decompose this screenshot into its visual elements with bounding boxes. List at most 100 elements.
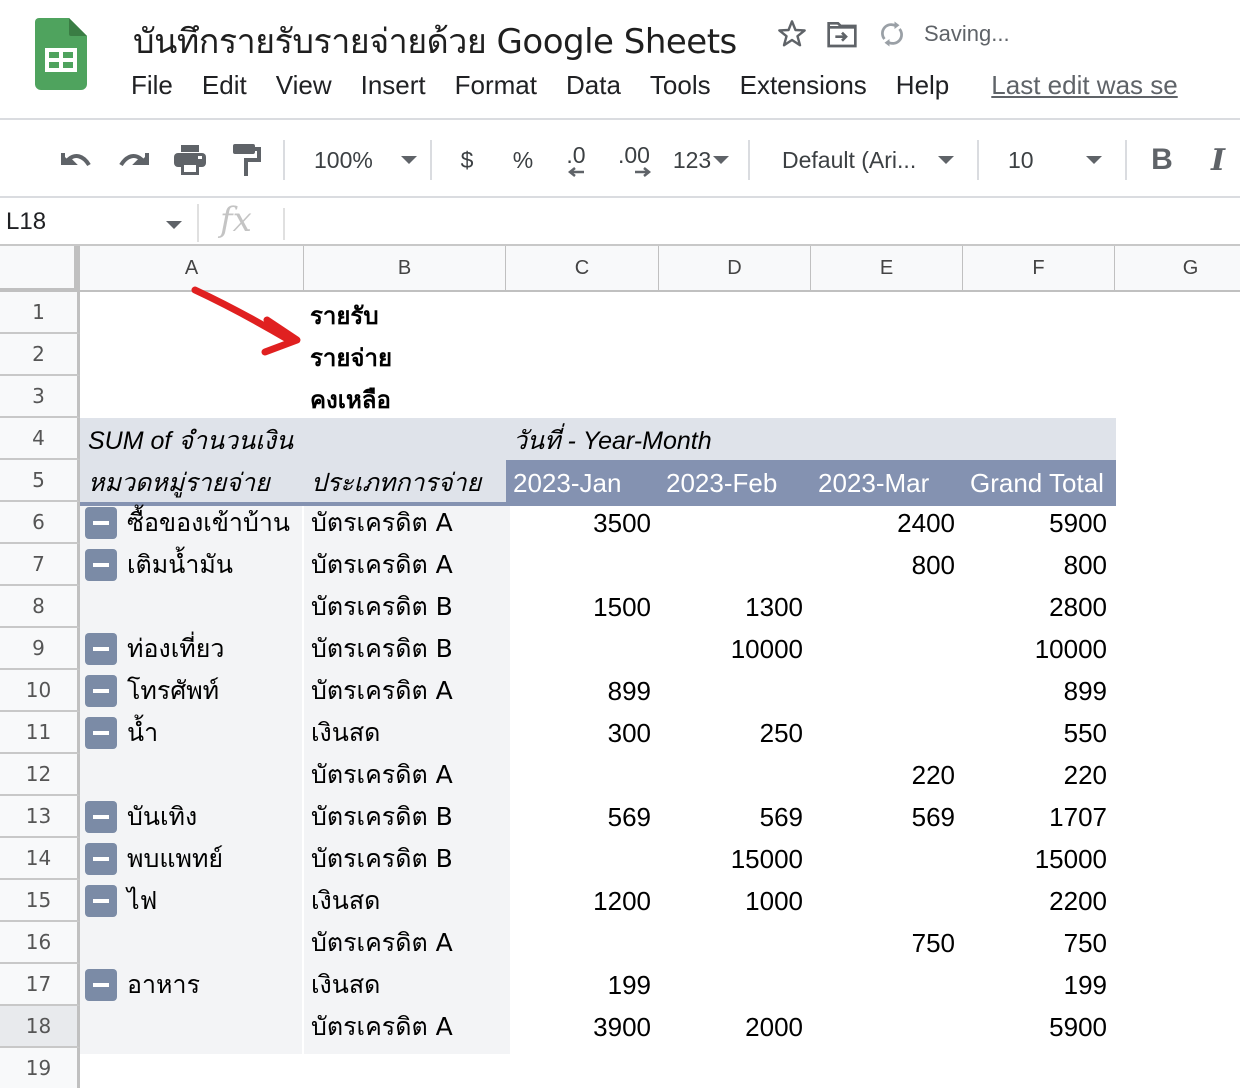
menu-format[interactable]: Format (455, 70, 537, 101)
pivot-value-jan[interactable]: 199 (506, 964, 659, 1006)
pivot-type-cell[interactable]: บัตรเครดิต A (311, 754, 453, 796)
pivot-value-jan[interactable] (506, 544, 659, 586)
row-header-16[interactable]: 16 (0, 922, 80, 964)
menu-data[interactable]: Data (566, 70, 621, 101)
paint-format-button[interactable] (228, 122, 264, 198)
pivot-type-cell[interactable]: บัตรเครดิต B (311, 796, 453, 838)
row-header-9[interactable]: 9 (0, 628, 80, 670)
pivot-value-feb[interactable]: 1000 (659, 880, 811, 922)
pivot-value-jan[interactable]: 3500 (506, 502, 659, 544)
pivot-value-jan[interactable]: 899 (506, 670, 659, 712)
pivot-value-mar[interactable] (811, 964, 963, 1006)
pivot-value-total[interactable]: 1707 (963, 796, 1115, 838)
pivot-value-jan[interactable]: 1500 (506, 586, 659, 628)
pivot-category-cell[interactable]: โทรศัพท์ (127, 670, 219, 712)
undo-button[interactable] (56, 122, 96, 198)
collapse-group-button[interactable] (85, 801, 117, 833)
row-header-19[interactable]: 19 (0, 1048, 80, 1088)
pivot-type-cell[interactable]: บัตรเครดิต A (311, 922, 453, 964)
pivot-value-feb[interactable]: 15000 (659, 838, 811, 880)
row-header-17[interactable]: 17 (0, 964, 80, 1006)
pivot-value-mar[interactable] (811, 1006, 963, 1048)
pivot-category-cell[interactable]: บันเทิง (127, 796, 197, 838)
increase-decimal-button[interactable]: .00 (612, 122, 656, 198)
pivot-type-cell[interactable]: บัตรเครดิต B (311, 586, 453, 628)
pivot-value-total[interactable]: 750 (963, 922, 1115, 964)
summary-income-label[interactable]: รายรับ (310, 294, 379, 336)
pivot-value-jan[interactable] (506, 922, 659, 964)
select-all-corner[interactable] (0, 246, 80, 292)
row-header-6[interactable]: 6 (0, 502, 80, 544)
row-header-8[interactable]: 8 (0, 586, 80, 628)
pivot-type-cell[interactable]: บัตรเครดิต A (311, 502, 453, 544)
row-header-3[interactable]: 3 (0, 376, 80, 418)
decrease-decimal-button[interactable]: .0 (556, 122, 596, 198)
column-header-d[interactable]: D (659, 246, 811, 292)
menu-extensions[interactable]: Extensions (740, 70, 867, 101)
pivot-value-feb[interactable]: 1300 (659, 586, 811, 628)
pivot-value-mar[interactable] (811, 586, 963, 628)
pivot-value-mar[interactable]: 220 (811, 754, 963, 796)
pivot-value-jan[interactable]: 300 (506, 712, 659, 754)
pivot-value-jan[interactable] (506, 838, 659, 880)
pivot-type-cell[interactable]: บัตรเครดิต B (311, 628, 453, 670)
pivot-value-mar[interactable]: 569 (811, 796, 963, 838)
italic-button[interactable]: I (1200, 122, 1236, 198)
pivot-value-jan[interactable]: 1200 (506, 880, 659, 922)
pivot-value-total[interactable]: 899 (963, 670, 1115, 712)
pivot-category-cell[interactable]: พบแพทย์ (127, 838, 223, 880)
pivot-col-header-total[interactable]: Grand Total (970, 462, 1104, 504)
pivot-value-feb[interactable] (659, 502, 811, 544)
pivot-value-feb[interactable]: 569 (659, 796, 811, 838)
row-header-7[interactable]: 7 (0, 544, 80, 586)
pivot-type-cell[interactable]: บัตรเครดิต B (311, 838, 453, 880)
pivot-value-total[interactable]: 2200 (963, 880, 1115, 922)
chevron-down-icon[interactable] (166, 221, 182, 229)
menu-file[interactable]: File (131, 70, 173, 101)
pivot-type-cell[interactable]: บัตรเครดิต A (311, 670, 453, 712)
collapse-group-button[interactable] (85, 885, 117, 917)
document-title[interactable]: บันทึกรายรับรายจ่ายด้วย Google Sheets (133, 14, 737, 68)
collapse-group-button[interactable] (85, 969, 117, 1001)
print-button[interactable] (170, 122, 210, 198)
pivot-value-total[interactable]: 550 (963, 712, 1115, 754)
column-header-e[interactable]: E (811, 246, 963, 292)
pivot-value-jan[interactable]: 3900 (506, 1006, 659, 1048)
pivot-value-jan[interactable] (506, 754, 659, 796)
pivot-value-label[interactable]: SUM of จำนวนเงิน (88, 420, 293, 462)
pivot-value-total[interactable]: 199 (963, 964, 1115, 1006)
collapse-group-button[interactable] (85, 507, 117, 539)
row-header-4[interactable]: 4 (0, 418, 80, 460)
pivot-value-mar[interactable]: 2400 (811, 502, 963, 544)
spreadsheet-grid[interactable]: A B C D E F G 1 2 3 4 5 6 7 8 9 10 11 12 13 14 15 16 17 1… (0, 246, 1240, 1088)
row-header-12[interactable]: 12 (0, 754, 80, 796)
pivot-value-feb[interactable]: 2000 (659, 1006, 811, 1048)
pivot-value-feb[interactable] (659, 964, 811, 1006)
summary-expense-label[interactable]: รายจ่าย (310, 336, 392, 378)
last-edit-link[interactable]: Last edit was se (991, 70, 1177, 101)
collapse-group-button[interactable] (85, 675, 117, 707)
pivot-value-total[interactable]: 15000 (963, 838, 1115, 880)
pivot-value-mar[interactable] (811, 628, 963, 670)
pivot-value-total[interactable]: 5900 (963, 1006, 1115, 1048)
sheets-logo-icon[interactable] (35, 18, 87, 90)
column-header-b[interactable]: B (304, 246, 506, 292)
pivot-value-feb[interactable] (659, 670, 811, 712)
column-header-g[interactable]: G (1115, 246, 1240, 292)
pivot-type-cell[interactable]: บัตรเครดิต A (311, 544, 453, 586)
row-header-1[interactable]: 1 (0, 292, 80, 334)
pivot-row-field-type[interactable]: ประเภทการจ่าย (311, 462, 481, 504)
row-header-13[interactable]: 13 (0, 796, 80, 838)
pivot-value-feb[interactable] (659, 544, 811, 586)
row-header-10[interactable]: 10 (0, 670, 80, 712)
font-size-select[interactable]: 10 (996, 122, 1114, 198)
pivot-value-feb[interactable] (659, 922, 811, 964)
pivot-value-mar[interactable] (811, 880, 963, 922)
pivot-category-cell[interactable]: ท่องเที่ยว (127, 628, 224, 670)
row-header-5[interactable]: 5 (0, 460, 80, 502)
star-icon[interactable] (774, 16, 810, 52)
pivot-value-jan[interactable] (506, 628, 659, 670)
collapse-group-button[interactable] (85, 843, 117, 875)
menu-tools[interactable]: Tools (650, 70, 711, 101)
pivot-category-cell[interactable]: ไฟ (127, 880, 157, 922)
